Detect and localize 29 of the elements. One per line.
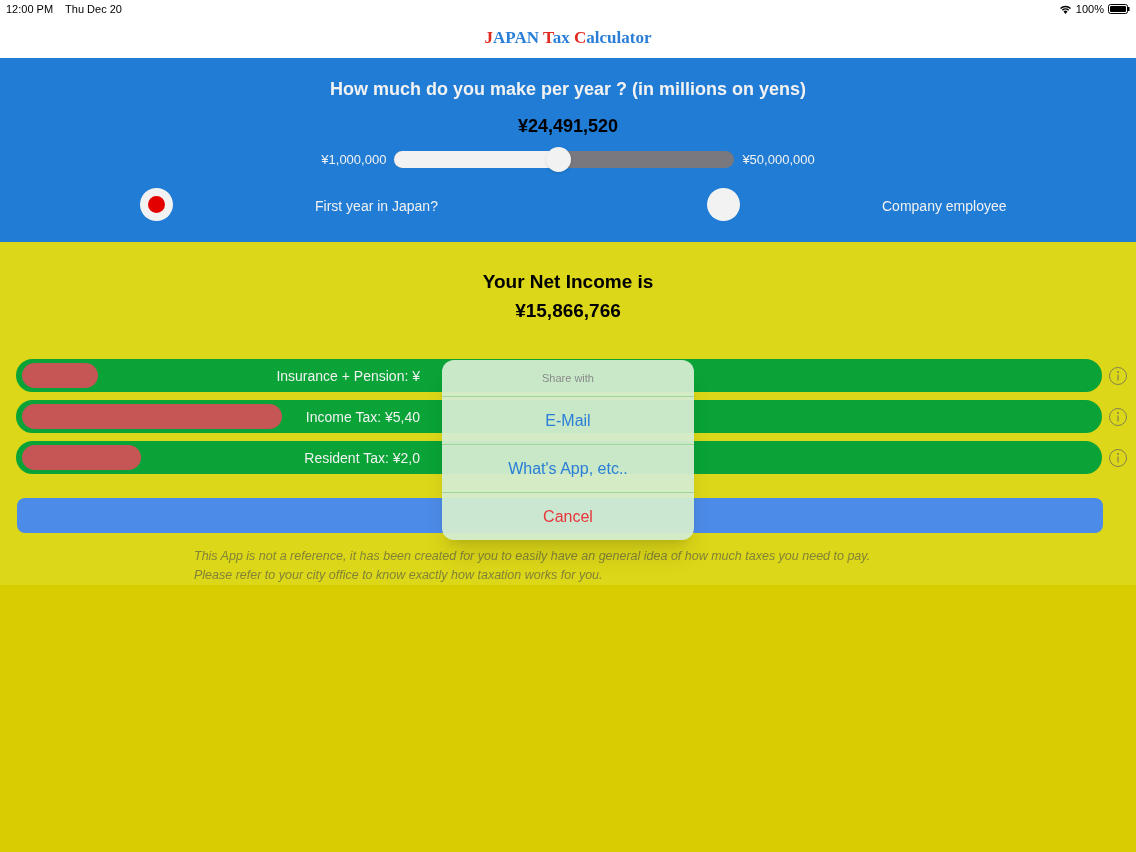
info-icon[interactable] (1108, 365, 1128, 386)
share-sheet-title: Share with (541, 370, 595, 386)
share-action[interactable]: E-Mail (442, 396, 694, 444)
info-icon[interactable] (1108, 406, 1128, 427)
option-label: First year in Japan? (315, 196, 438, 216)
tax-label: Income Tax: ¥5,40 (305, 408, 420, 427)
income-value: ¥24,491,520 (517, 115, 619, 138)
income-question: How much do you make per year ? (in millions on yens) (329, 78, 807, 101)
radio-button[interactable] (707, 187, 740, 221)
slider-max-label: ¥50,000,000 (742, 151, 815, 169)
radio-button[interactable] (140, 187, 173, 221)
disclaimer-text: This App is not a reference, it has been created for you to easily have an general idea of how much taxes you need to pay. (194, 548, 871, 565)
net-income-heading: Your Net Income is (482, 270, 654, 294)
net-income-amount: ¥15,866,766 (515, 298, 621, 323)
status-date: Thu Dec 20 (65, 1, 122, 17)
option-label: Company employee (882, 196, 1007, 216)
battery-icon (1108, 4, 1130, 14)
share-action[interactable]: Cancel (442, 492, 694, 540)
slider-thumb[interactable] (545, 147, 571, 173)
info-icon[interactable] (1108, 447, 1128, 468)
tax-label: Resident Tax: ¥2,0 (304, 449, 420, 468)
status-time: 12:00 PM (6, 1, 54, 17)
disclaimer-text: Please refer to your city office to know exactly how taxation works for you. (194, 567, 604, 584)
tax-label: Insurance + Pension: ¥ (276, 367, 420, 386)
app-title: JAPAN Tax Calculator (484, 27, 652, 50)
slider-min-label: ¥1,000,000 (321, 151, 387, 169)
wifi-icon (1058, 4, 1072, 14)
share-action[interactable]: What's App, etc.. (442, 444, 694, 492)
battery-percent: 100% (1075, 1, 1104, 17)
